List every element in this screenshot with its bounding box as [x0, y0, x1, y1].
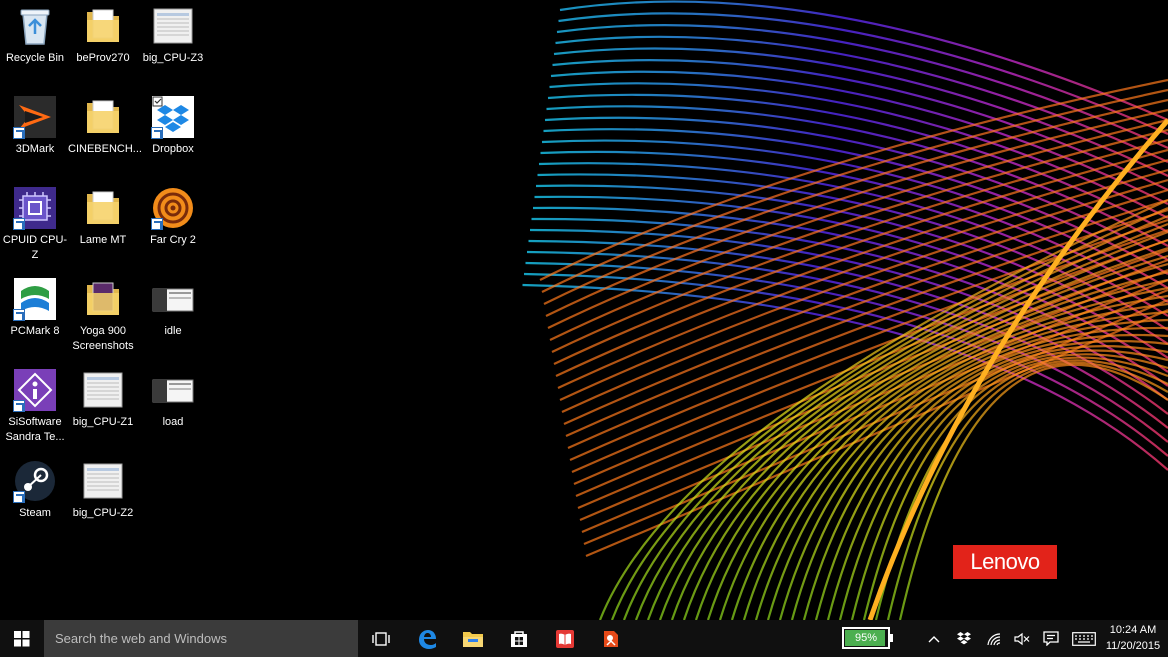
chevron-up-icon: [928, 635, 940, 642]
clock-date: 11/20/2015: [1105, 640, 1161, 652]
store-button[interactable]: [496, 620, 542, 657]
battery-percent: 95%: [854, 632, 878, 644]
icon-label: Yoga 900 Screenshots: [72, 325, 134, 352]
edge-button[interactable]: [404, 620, 450, 657]
task-view-icon: [372, 631, 390, 646]
store-icon: [511, 630, 527, 647]
desktop-icon-big-cpu-z3[interactable]: big_CPU-Z3: [138, 0, 208, 66]
desktop-icon-cinebench[interactable]: CINEBENCH...: [68, 91, 142, 157]
wifi-icon: [987, 632, 1001, 645]
icon-label: idle: [164, 325, 182, 337]
image-file-icon: [81, 368, 125, 412]
icon-label: Recycle Bin: [5, 52, 65, 64]
desktop-icon-sandra[interactable]: SiSoftware Sandra Te...: [0, 364, 70, 445]
desktop-icon-3dmark[interactable]: 3DMark: [0, 91, 70, 157]
image-file-icon: [151, 277, 195, 321]
image-file-icon: [81, 459, 125, 503]
desktop[interactable]: Recycle Bin 3DMark CPUID CPU-Z PCMark 8 …: [0, 0, 1168, 620]
icon-label: big_CPU-Z3: [142, 52, 204, 64]
folder-icon: [81, 95, 125, 139]
image-file-icon: [151, 4, 195, 48]
reader-icon: [556, 629, 574, 648]
desktop-icon-idle[interactable]: idle: [138, 273, 208, 339]
clock-time: 10:24 AM: [1109, 624, 1157, 636]
clock[interactable]: 10:24 AM 11/20/2015: [1100, 622, 1166, 654]
file-explorer-icon: [463, 631, 483, 647]
dropbox-tray-button[interactable]: [952, 620, 976, 657]
windows-logo-icon: [14, 630, 30, 646]
icon-label: 3DMark: [15, 143, 55, 155]
desktop-icon-dropbox[interactable]: Dropbox: [138, 91, 208, 157]
pcmark-icon: [13, 277, 57, 321]
start-button[interactable]: [0, 620, 44, 657]
icon-label: Steam: [19, 507, 51, 519]
volume-muted-icon: [1014, 632, 1030, 645]
image-file-icon: [151, 368, 195, 412]
icon-label: Lame MT: [79, 234, 127, 246]
action-center-button[interactable]: [1039, 620, 1063, 657]
lenovo-badge: Lenovo: [953, 545, 1057, 579]
app-icon: [604, 630, 618, 647]
search-box[interactable]: Search the web and Windows: [44, 620, 358, 657]
cpuz-icon: [13, 186, 57, 230]
keyboard-icon: [1072, 631, 1096, 646]
desktop-icon-lame-mt[interactable]: Lame MT: [68, 182, 138, 248]
recycle-bin-icon: [13, 4, 57, 48]
file-explorer-button[interactable]: [450, 620, 496, 657]
desktop-icon-big-cpu-z1[interactable]: big_CPU-Z1: [68, 364, 138, 430]
steam-icon: [13, 459, 57, 503]
folder-icon: [81, 4, 125, 48]
desktop-icon-recycle-bin[interactable]: Recycle Bin: [0, 0, 70, 66]
icon-label: CPUID CPU-Z: [2, 234, 68, 261]
desktop-icon-cpuz[interactable]: CPUID CPU-Z: [0, 182, 70, 263]
desktop-icon-far-cry-2[interactable]: Far Cry 2: [138, 182, 208, 248]
sandra-icon: [13, 368, 57, 412]
icon-label: CINEBENCH...: [68, 143, 142, 155]
icon-label: Dropbox: [152, 143, 194, 155]
touch-keyboard-button[interactable]: [1069, 620, 1099, 657]
icon-label: load: [162, 416, 184, 428]
search-placeholder: Search the web and Windows: [55, 631, 227, 646]
edge-icon: [419, 629, 436, 649]
dropbox-tray-icon: [957, 632, 971, 645]
volume-button[interactable]: [1010, 620, 1034, 657]
desktop-icon-pcmark[interactable]: PCMark 8: [0, 273, 70, 339]
desktop-icon-load[interactable]: load: [138, 364, 208, 430]
icon-label: Far Cry 2: [150, 234, 196, 246]
icon-label: SiSoftware Sandra Te...: [5, 416, 65, 443]
taskbar: Search the web and Windows 95% 10:24 AM: [0, 620, 1168, 657]
desktop-icon-yoga900-screenshots[interactable]: Yoga 900 Screenshots: [68, 273, 138, 354]
task-view-button[interactable]: [358, 620, 404, 657]
desktop-icon-beprov270[interactable]: beProv270: [68, 0, 138, 66]
3dmark-icon: [13, 95, 57, 139]
battery-indicator[interactable]: 95%: [842, 627, 893, 649]
reader-button[interactable]: [542, 620, 588, 657]
notification-icon: [1043, 631, 1059, 646]
folder-icon: [81, 186, 125, 230]
wifi-button[interactable]: [982, 620, 1006, 657]
app-button[interactable]: [588, 620, 634, 657]
dropbox-icon: [151, 95, 195, 139]
folder-icon: [81, 277, 125, 321]
icon-label: big_CPU-Z1: [72, 416, 134, 428]
icon-label: PCMark 8: [10, 325, 60, 337]
show-hidden-icons-button[interactable]: [922, 620, 946, 657]
desktop-icon-steam[interactable]: Steam: [0, 455, 70, 521]
icon-label: big_CPU-Z2: [72, 507, 134, 519]
icon-label: beProv270: [76, 52, 130, 64]
desktop-icon-big-cpu-z2[interactable]: big_CPU-Z2: [68, 455, 138, 521]
farcry-icon: [151, 186, 195, 230]
